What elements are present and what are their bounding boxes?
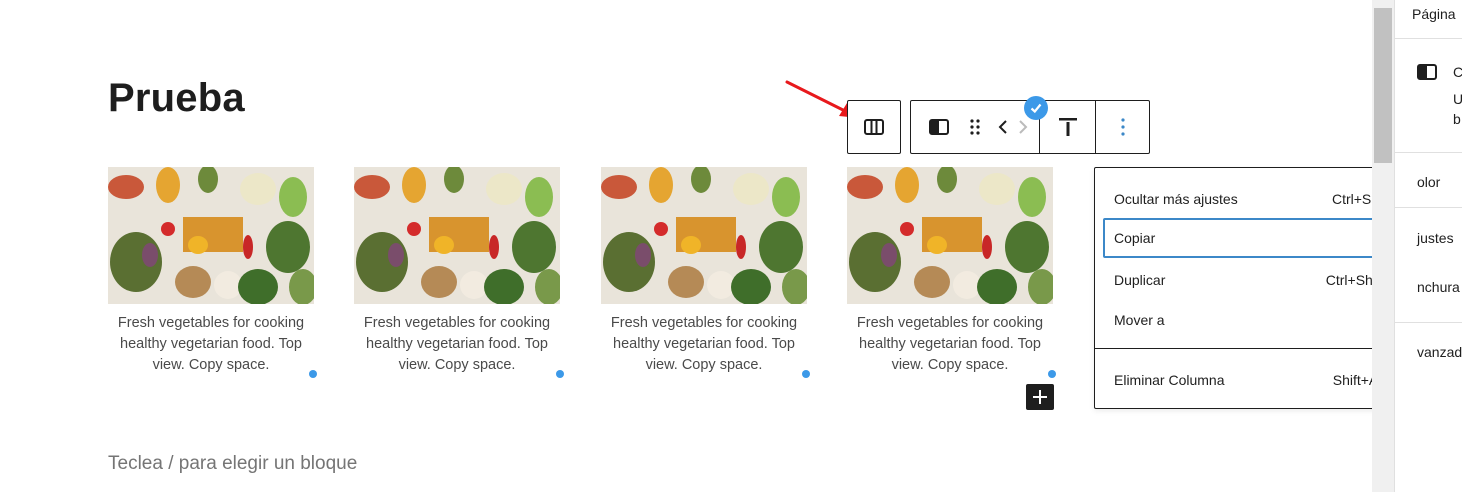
sidebar-divider (1395, 38, 1462, 39)
menu-item-label: Ocultar más ajustes (1114, 191, 1238, 207)
column-icon (929, 119, 949, 135)
align-top-icon (1058, 118, 1077, 136)
columns-icon (864, 119, 884, 135)
vegetables-image[interactable] (847, 167, 1053, 304)
resize-handle[interactable] (309, 370, 317, 378)
menu-item-label: Copiar (1114, 230, 1156, 246)
options-group (1095, 101, 1149, 153)
panel-advanced[interactable]: vanzad (1417, 344, 1462, 360)
chevron-right-icon (1019, 120, 1028, 134)
block-type-button[interactable] (927, 101, 951, 153)
column-3[interactable]: Fresh vegetables for cooking healthy veg… (601, 167, 807, 376)
resize-handle[interactable] (556, 370, 564, 378)
vegetables-image[interactable] (108, 167, 314, 304)
column-icon (1417, 64, 1437, 80)
menu-item-copy[interactable]: Copiar (1103, 218, 1412, 258)
sidebar-divider (1395, 152, 1462, 153)
menu-item-move-to[interactable]: Mover a (1103, 300, 1412, 340)
panel-color[interactable]: olor (1417, 174, 1440, 190)
image-caption[interactable]: Fresh vegetables for cooking healthy veg… (847, 313, 1053, 376)
width-label: nchura (1417, 279, 1460, 295)
menu-item-label: Duplicar (1114, 272, 1166, 288)
block-description: b (1453, 111, 1461, 127)
drag-handle-button[interactable] (957, 101, 993, 153)
tab-page[interactable]: Página (1412, 6, 1456, 22)
plus-icon (1033, 390, 1047, 404)
menu-item-delete-column[interactable]: Eliminar Columna Shift+Alt+Z (1103, 360, 1412, 400)
resize-handle[interactable] (1048, 370, 1056, 378)
column-2[interactable]: Fresh vegetables for cooking healthy veg… (354, 167, 560, 376)
menu-item-label: Mover a (1114, 312, 1165, 328)
settings-sidebar: Página C U b olor justes nchura vanzad (1394, 0, 1462, 492)
image-caption[interactable]: Fresh vegetables for cooking healthy veg… (108, 313, 314, 376)
vertical-align-button[interactable] (1048, 101, 1088, 153)
image-caption[interactable]: Fresh vegetables for cooking healthy veg… (601, 313, 807, 376)
chevron-left-icon (998, 120, 1007, 134)
menu-item-hide-settings[interactable]: Ocultar más ajustes Ctrl+Shift+, (1103, 179, 1412, 219)
panel-settings[interactable]: justes (1417, 230, 1454, 246)
sidebar-divider (1395, 207, 1462, 208)
more-vertical-icon (1120, 118, 1125, 136)
menu-item-label: Eliminar Columna (1114, 372, 1225, 388)
select-parent-columns-button[interactable] (847, 100, 901, 154)
block-title: C (1453, 64, 1462, 80)
vegetables-image[interactable] (354, 167, 560, 304)
menu-item-duplicate[interactable]: Duplicar Ctrl+Shift+D (1103, 260, 1412, 300)
block-placeholder[interactable]: Teclea / para elegir un bloque (108, 453, 357, 475)
move-left-button[interactable] (993, 101, 1013, 153)
vegetables-image[interactable] (601, 167, 807, 304)
sidebar-divider (1395, 322, 1462, 323)
options-button[interactable] (1103, 101, 1143, 153)
resize-handle[interactable] (802, 370, 810, 378)
check-badge-icon (1024, 96, 1048, 120)
drag-handle-icon (970, 119, 980, 135)
scrollbar-thumb[interactable] (1374, 8, 1392, 163)
column-4[interactable]: Fresh vegetables for cooking healthy veg… (847, 167, 1053, 376)
image-caption[interactable]: Fresh vegetables for cooking healthy veg… (354, 313, 560, 376)
page-title[interactable]: Prueba (108, 76, 245, 121)
column-1[interactable]: Fresh vegetables for cooking healthy veg… (108, 167, 314, 376)
block-tools-group (911, 101, 1039, 153)
block-description: U (1453, 91, 1462, 107)
add-block-button[interactable] (1026, 384, 1054, 410)
